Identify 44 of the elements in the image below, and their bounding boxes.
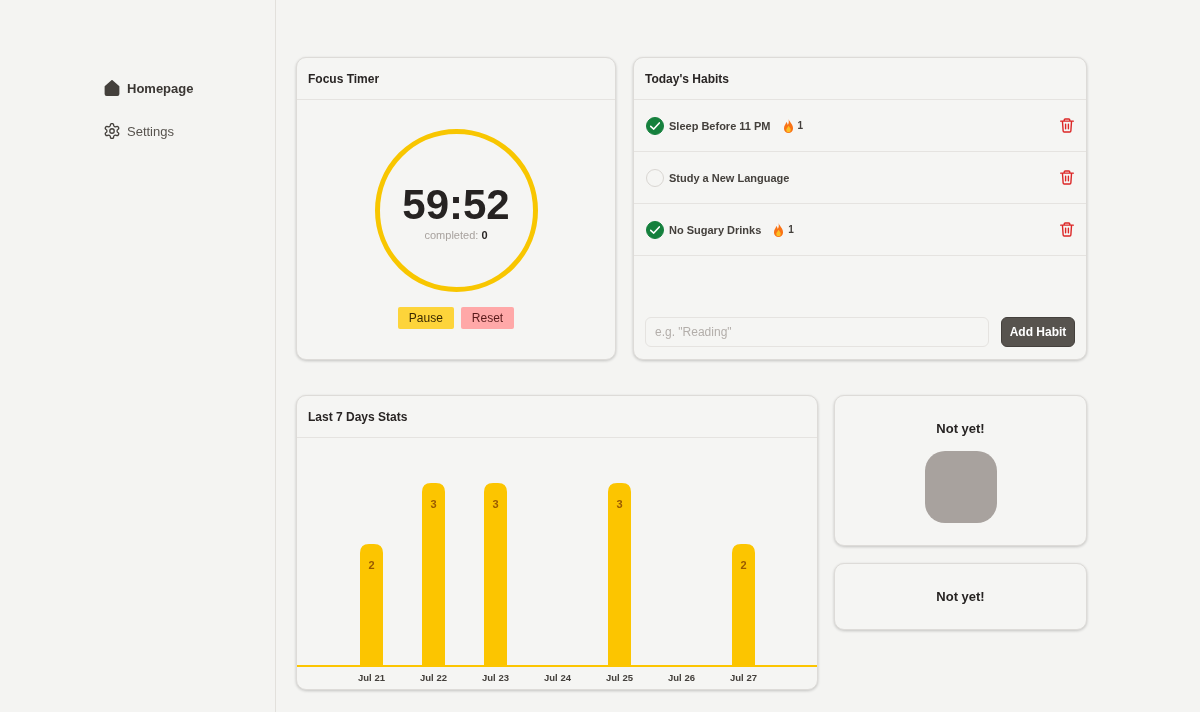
card-title: Last 7 Days Stats	[308, 409, 408, 424]
badge-title: Not yet!	[936, 588, 985, 605]
home-icon	[104, 80, 120, 96]
reset-button[interactable]: Reset	[460, 307, 515, 329]
bar-value: 3	[616, 498, 623, 510]
axis-label: Jul 25	[606, 672, 633, 683]
habit-input[interactable]: e.g. "Reading"	[645, 317, 989, 347]
tick-icon	[650, 225, 660, 234]
checkbox[interactable]	[646, 220, 664, 239]
delete-button[interactable]	[1060, 170, 1074, 185]
axis-label: Jul 27	[730, 672, 757, 683]
flame-icon	[782, 118, 794, 133]
habit-name: Sleep Before 11 PM	[669, 119, 771, 132]
bar-value: 3	[430, 498, 437, 510]
streak-count: 1	[788, 224, 794, 235]
timer-display: 59:52	[402, 182, 510, 227]
tick-icon	[650, 121, 660, 130]
sidebar-item[interactable]: Homepage	[104, 80, 194, 96]
delete-button[interactable]	[1060, 118, 1074, 133]
flame-icon	[773, 222, 785, 237]
trash-icon	[1060, 170, 1074, 185]
habit-name: No Sugary Drinks	[669, 223, 762, 236]
bar-value: 2	[368, 559, 375, 571]
axis-label: Jul 21	[358, 672, 385, 683]
badge-title: Not yet!	[936, 421, 985, 437]
trash-icon	[1060, 222, 1074, 237]
axis-label: Jul 22	[420, 672, 447, 683]
checkbox[interactable]	[646, 116, 664, 135]
bar-value: 3	[492, 498, 499, 510]
completed-count: completed: 0	[424, 228, 488, 241]
habit-name: Study a New Language	[669, 171, 790, 184]
card-title: Focus Timer	[308, 71, 380, 86]
card-title: Today's Habits	[645, 71, 729, 86]
pause-button[interactable]: Pause	[397, 307, 454, 329]
gear-icon	[104, 123, 120, 139]
streak-count: 1	[797, 120, 804, 131]
delete-button[interactable]	[1060, 222, 1074, 237]
sidebar-item[interactable]: Settings	[104, 123, 174, 139]
trash-icon	[1060, 118, 1074, 133]
add-habit-button[interactable]: Add Habit	[1001, 317, 1075, 347]
axis-label: Jul 24	[544, 672, 571, 683]
axis-label: Jul 26	[668, 672, 695, 683]
axis-label: Jul 23	[482, 672, 509, 683]
bar-value: 2	[740, 559, 747, 571]
